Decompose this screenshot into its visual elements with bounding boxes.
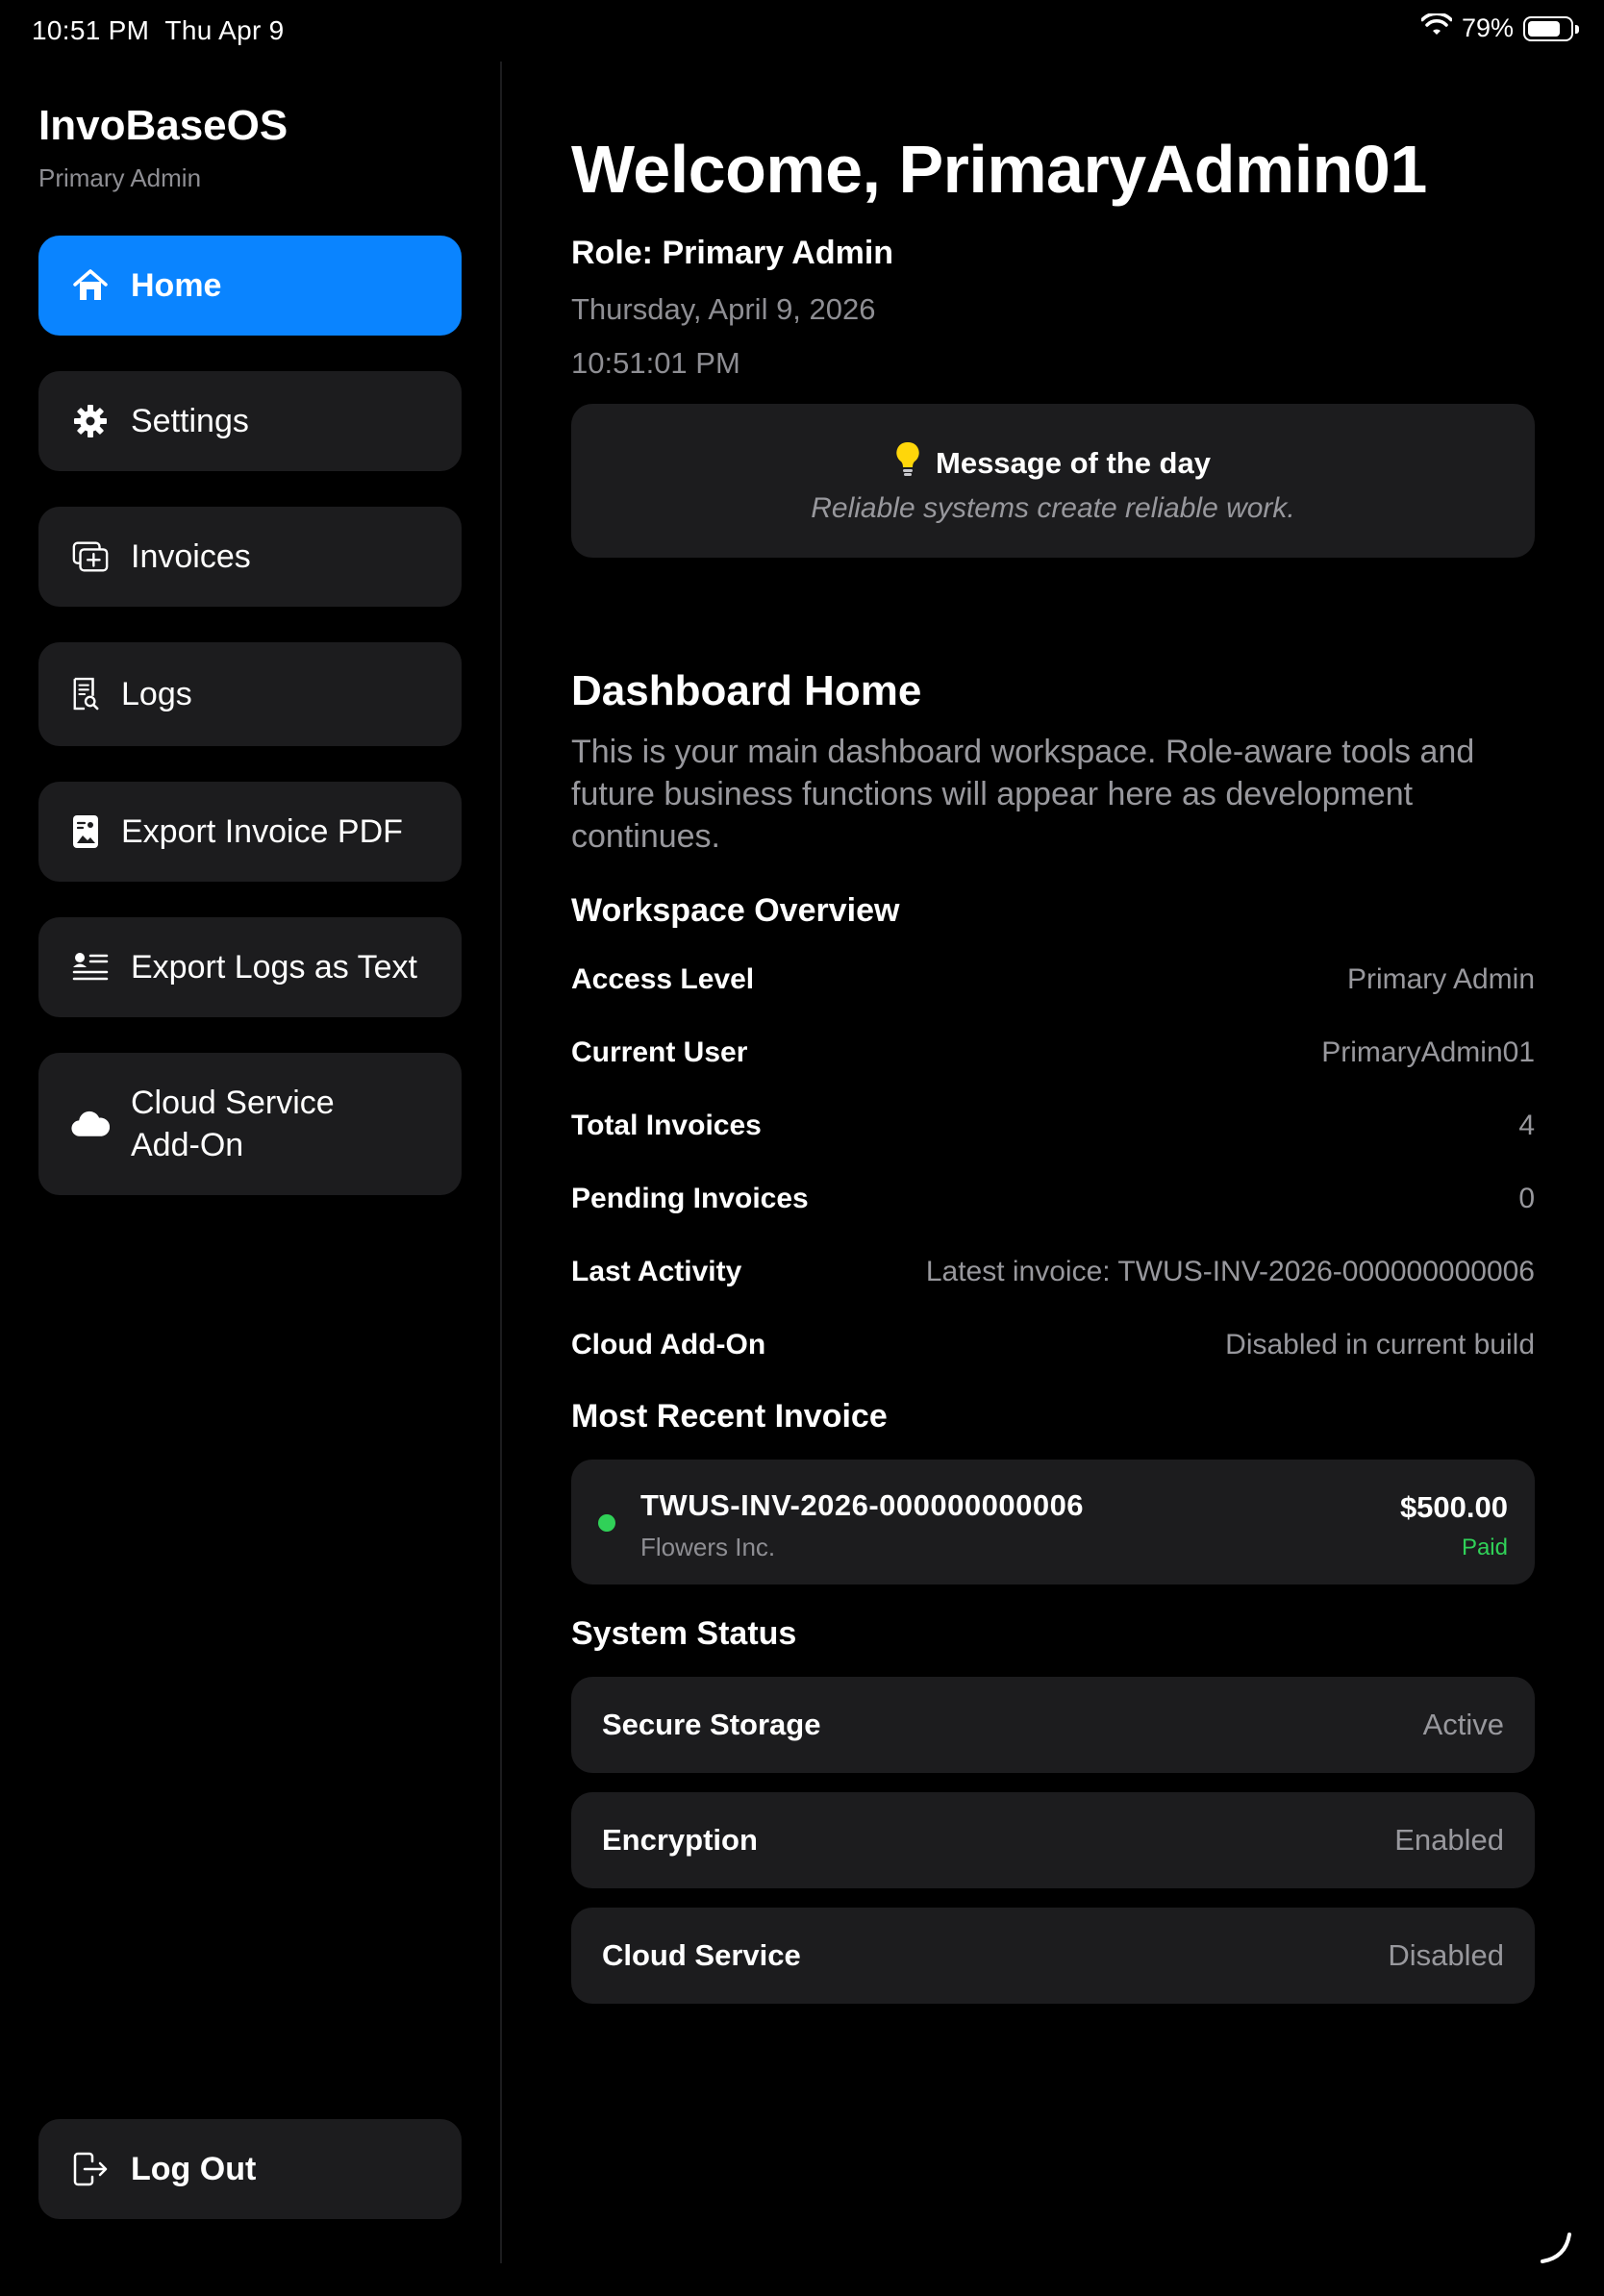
sidebar-divider: [500, 62, 502, 2263]
logout-label: Log Out: [131, 2151, 257, 2187]
sidebar-item-cloud-service[interactable]: Cloud Service Add-On: [38, 1053, 462, 1195]
overview-row-total-invoices: Total Invoices 4: [571, 1110, 1535, 1142]
message-of-the-day-card: Message of the day Reliable systems crea…: [571, 404, 1535, 558]
workspace-overview-heading: Workspace Overview: [571, 892, 900, 929]
overview-value: Disabled in current build: [1225, 1329, 1535, 1360]
invoice-client: Flowers Inc.: [640, 1533, 776, 1561]
overview-key: Access Level: [571, 963, 755, 995]
overview-key: Total Invoices: [571, 1110, 762, 1141]
status-bar: 10:51 PM Thu Apr 9 79%: [0, 0, 1604, 62]
lightbulb-icon: [895, 440, 920, 487]
sidebar-item-label: Export Invoice PDF: [121, 813, 403, 850]
sidebar-item-label: Export Logs as Text: [131, 949, 417, 986]
overview-value: Latest invoice: TWUS-INV-2026-0000000000…: [925, 1256, 1535, 1287]
recent-invoice-card[interactable]: TWUS-INV-2026-000000000006 Flowers Inc. …: [571, 1460, 1535, 1585]
export-text-icon: [71, 948, 110, 986]
app-title: InvoBaseOS: [38, 102, 288, 149]
overview-value: Primary Admin: [1346, 963, 1535, 995]
logs-search-icon: [71, 675, 100, 713]
sidebar-item-label: Invoices: [131, 538, 251, 575]
export-pdf-icon: [71, 812, 100, 851]
overview-row-cloud-add-on: Cloud Add-On Disabled in current build: [571, 1329, 1535, 1361]
battery-percent: 79%: [1461, 13, 1514, 42]
wifi-icon: [1420, 12, 1453, 43]
logout-icon: [71, 2150, 110, 2188]
sidebar-item-label: Settings: [131, 403, 249, 439]
sidebar: InvoBaseOS Primary Admin Home Settings I…: [0, 62, 500, 2263]
status-time-date: 10:51 PM Thu Apr 9: [32, 15, 285, 46]
status-key: Secure Storage: [602, 1708, 821, 1741]
overview-key: Cloud Add-On: [571, 1329, 766, 1360]
status-value: Active: [1422, 1708, 1504, 1741]
motd-header: Message of the day: [571, 440, 1535, 487]
sidebar-item-label: Logs: [121, 676, 192, 712]
current-time: 10:51:01 PM: [571, 346, 740, 380]
invoice-status: Paid: [1461, 1535, 1508, 1560]
sidebar-item-export-invoice-pdf[interactable]: Export Invoice PDF: [38, 782, 462, 882]
overview-row-last-activity: Last Activity Latest invoice: TWUS-INV-2…: [571, 1256, 1535, 1288]
most-recent-invoice-heading: Most Recent Invoice: [571, 1398, 888, 1435]
app-subtitle: Primary Admin: [38, 163, 202, 192]
welcome-title: Welcome, PrimaryAdmin01: [571, 132, 1427, 207]
sidebar-item-label: Cloud Service Add-On: [131, 1085, 335, 1163]
status-value: Disabled: [1388, 1938, 1504, 1972]
invoices-icon: [71, 537, 110, 576]
dashboard-description: This is your main dashboard workspace. R…: [571, 734, 1475, 855]
status-date: Thu Apr 9: [164, 15, 285, 45]
invoice-number: TWUS-INV-2026-000000000006: [640, 1488, 1085, 1522]
dashboard-title: Dashboard Home: [571, 667, 922, 714]
battery-icon: [1523, 15, 1579, 41]
battery-level: [1528, 20, 1561, 37]
sidebar-item-invoices[interactable]: Invoices: [38, 507, 462, 607]
status-card-encryption: Encryption Enabled: [571, 1792, 1535, 1888]
cloud-icon: [71, 1105, 110, 1143]
house-icon: [71, 266, 110, 305]
overview-row-current-user: Current User PrimaryAdmin01: [571, 1036, 1535, 1069]
overview-row-access-level: Access Level Primary Admin: [571, 963, 1535, 996]
sidebar-item-label: Home: [131, 267, 222, 304]
gear-icon: [71, 402, 110, 440]
overview-value: PrimaryAdmin01: [1321, 1036, 1535, 1068]
sidebar-item-export-logs-text[interactable]: Export Logs as Text: [38, 917, 462, 1017]
status-key: Cloud Service: [602, 1938, 801, 1972]
status-card-secure-storage: Secure Storage Active: [571, 1677, 1535, 1773]
motd-title: Message of the day: [936, 446, 1211, 480]
current-date: Thursday, April 9, 2026: [571, 292, 876, 326]
status-card-cloud-service: Cloud Service Disabled: [571, 1908, 1535, 2004]
logout-button[interactable]: Log Out: [38, 2119, 462, 2219]
overview-key: Last Activity: [571, 1256, 742, 1287]
status-right: 79%: [1420, 12, 1579, 43]
motd-text: Reliable systems create reliable work.: [811, 492, 1295, 524]
sidebar-item-home[interactable]: Home: [38, 236, 462, 336]
overview-key: Current User: [571, 1036, 748, 1068]
status-key: Encryption: [602, 1823, 758, 1857]
overview-value: 0: [1518, 1183, 1535, 1214]
status-value: Enabled: [1394, 1823, 1504, 1857]
status-time: 10:51 PM: [32, 15, 150, 45]
sidebar-item-logs[interactable]: Logs: [38, 642, 462, 746]
overview-key: Pending Invoices: [571, 1183, 809, 1214]
sidebar-item-settings[interactable]: Settings: [38, 371, 462, 471]
role-label: Role: Primary Admin: [571, 235, 894, 271]
invoice-status-dot: [598, 1514, 615, 1532]
resize-handle-icon[interactable]: [1539, 2231, 1573, 2265]
invoice-amount: $500.00: [1399, 1490, 1508, 1524]
overview-value: 4: [1518, 1110, 1535, 1141]
overview-row-pending-invoices: Pending Invoices 0: [571, 1183, 1535, 1215]
system-status-heading: System Status: [571, 1615, 797, 1652]
